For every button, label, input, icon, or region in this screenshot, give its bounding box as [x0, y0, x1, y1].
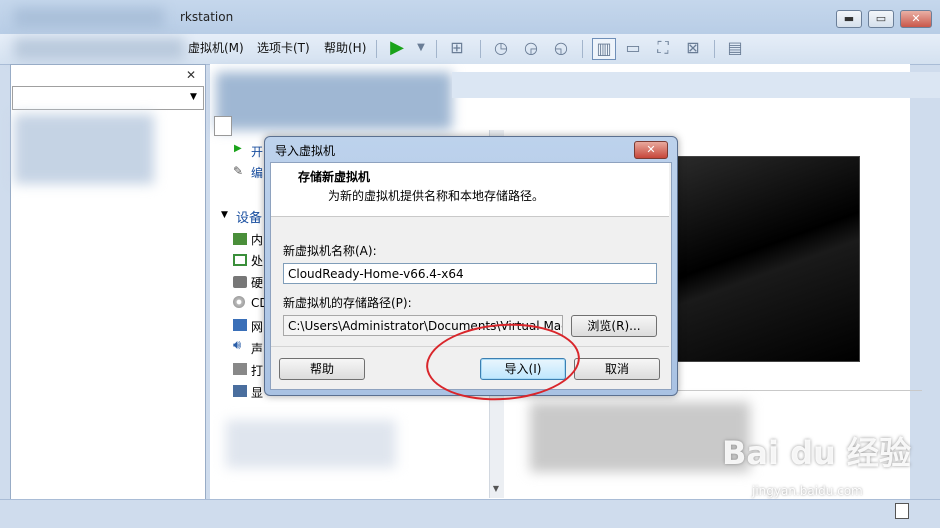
window-title: rkstation [180, 10, 234, 24]
maximize-button[interactable]: ▭ [868, 10, 894, 28]
console-view-icon[interactable]: ▭ [622, 38, 644, 58]
fullscreen-icon[interactable]: ⛶ [652, 38, 674, 58]
vm-path-label: 新虚拟机的存储路径(P): [283, 296, 412, 310]
menu-help[interactable]: 帮助(H) [324, 39, 366, 56]
snapshot-icon[interactable]: ◷ [490, 38, 512, 58]
power-on-icon[interactable]: ▶ [386, 38, 408, 58]
help-button[interactable]: 帮助 [279, 358, 365, 380]
dialog-header-subtitle: 为新的虚拟机提供名称和本地存储路径。 [328, 189, 545, 203]
devices-header: 设备 [236, 211, 263, 226]
cd-icon [233, 296, 245, 308]
printer-icon [233, 363, 247, 375]
dialog-title: 导入虚拟机 [275, 144, 336, 158]
status-bar [0, 499, 940, 528]
dialog-close-button[interactable]: ✕ [634, 141, 668, 159]
scroll-down-icon[interactable]: ▼ [490, 484, 502, 496]
edit-icon[interactable]: ✎ [233, 164, 243, 178]
sidebar-command-power[interactable]: 开 [251, 143, 263, 160]
device-label[interactable]: 处 [251, 252, 263, 269]
menu-tabs[interactable]: 选项卡(T) [257, 39, 310, 56]
device-label[interactable]: 显 [251, 384, 263, 401]
power-dropdown-icon[interactable]: ▼ [410, 38, 432, 58]
baidu-watermark-logo: Bai du 经验 [722, 434, 911, 472]
minimize-button[interactable]: ▬ [836, 10, 862, 28]
snapshot-manager-icon[interactable]: ◵ [550, 38, 572, 58]
device-label[interactable]: 内 [251, 231, 263, 248]
toolbar-separator [582, 40, 583, 58]
memory-icon [233, 233, 247, 245]
device-label[interactable]: 硬 [251, 274, 263, 291]
toolbar-separator [436, 40, 437, 58]
menu-vm[interactable]: 虚拟机(M) [188, 39, 244, 56]
power-on-icon[interactable]: ▶ [234, 143, 242, 154]
blurred-title-area [14, 8, 164, 28]
sidebar-view-icon[interactable]: ▥ [592, 38, 616, 60]
toolbar-separator [376, 40, 377, 58]
message-log-icon[interactable] [895, 503, 909, 519]
sidebar-command-edit[interactable]: 编 [251, 164, 263, 181]
blurred-description [226, 420, 396, 468]
vm-preview-screen[interactable] [677, 156, 860, 362]
device-label[interactable]: 网 [251, 318, 263, 335]
cancel-button[interactable]: 取消 [574, 358, 660, 380]
library-close-icon[interactable]: ✕ [186, 68, 196, 82]
dialog-header-title: 存储新虚拟机 [298, 170, 371, 184]
sound-icon: 🔊︎ [233, 338, 242, 353]
cpu-icon [233, 254, 247, 266]
browse-button[interactable]: 浏览(R)... [571, 315, 657, 337]
vm-name-input[interactable]: CloudReady-Home-v66.4-x64 [283, 263, 657, 284]
device-label[interactable]: 打 [251, 362, 263, 379]
revert-snapshot-icon[interactable]: ◶ [520, 38, 542, 58]
display-icon [233, 385, 247, 397]
device-label[interactable]: 声 [251, 340, 263, 357]
blurred-vm-details [530, 402, 750, 472]
harddisk-icon [233, 276, 247, 288]
unity-icon[interactable]: ⊠ [682, 38, 704, 58]
network-icon [233, 319, 247, 331]
blurred-library-tree [14, 114, 154, 184]
close-button[interactable]: ✕ [900, 10, 932, 28]
baidu-watermark-url: jingyan.baidu.com [752, 484, 863, 498]
send-keys-icon[interactable]: ⊞ [446, 38, 468, 58]
library-search-input[interactable] [12, 86, 204, 110]
toolbar-separator [480, 40, 481, 58]
chevron-down-icon[interactable]: ▼ [190, 92, 197, 102]
tab-strip [452, 72, 940, 98]
collapse-triangle-icon[interactable]: ▼ [221, 210, 228, 220]
vm-name-label: 新虚拟机名称(A): [283, 244, 377, 258]
toolbar-separator [714, 40, 715, 58]
blurred-vm-tab [216, 72, 452, 130]
tab-scroll-box[interactable] [214, 116, 232, 136]
blurred-menu-area [14, 38, 184, 60]
thumbnail-icon[interactable]: ▤ [724, 38, 746, 58]
